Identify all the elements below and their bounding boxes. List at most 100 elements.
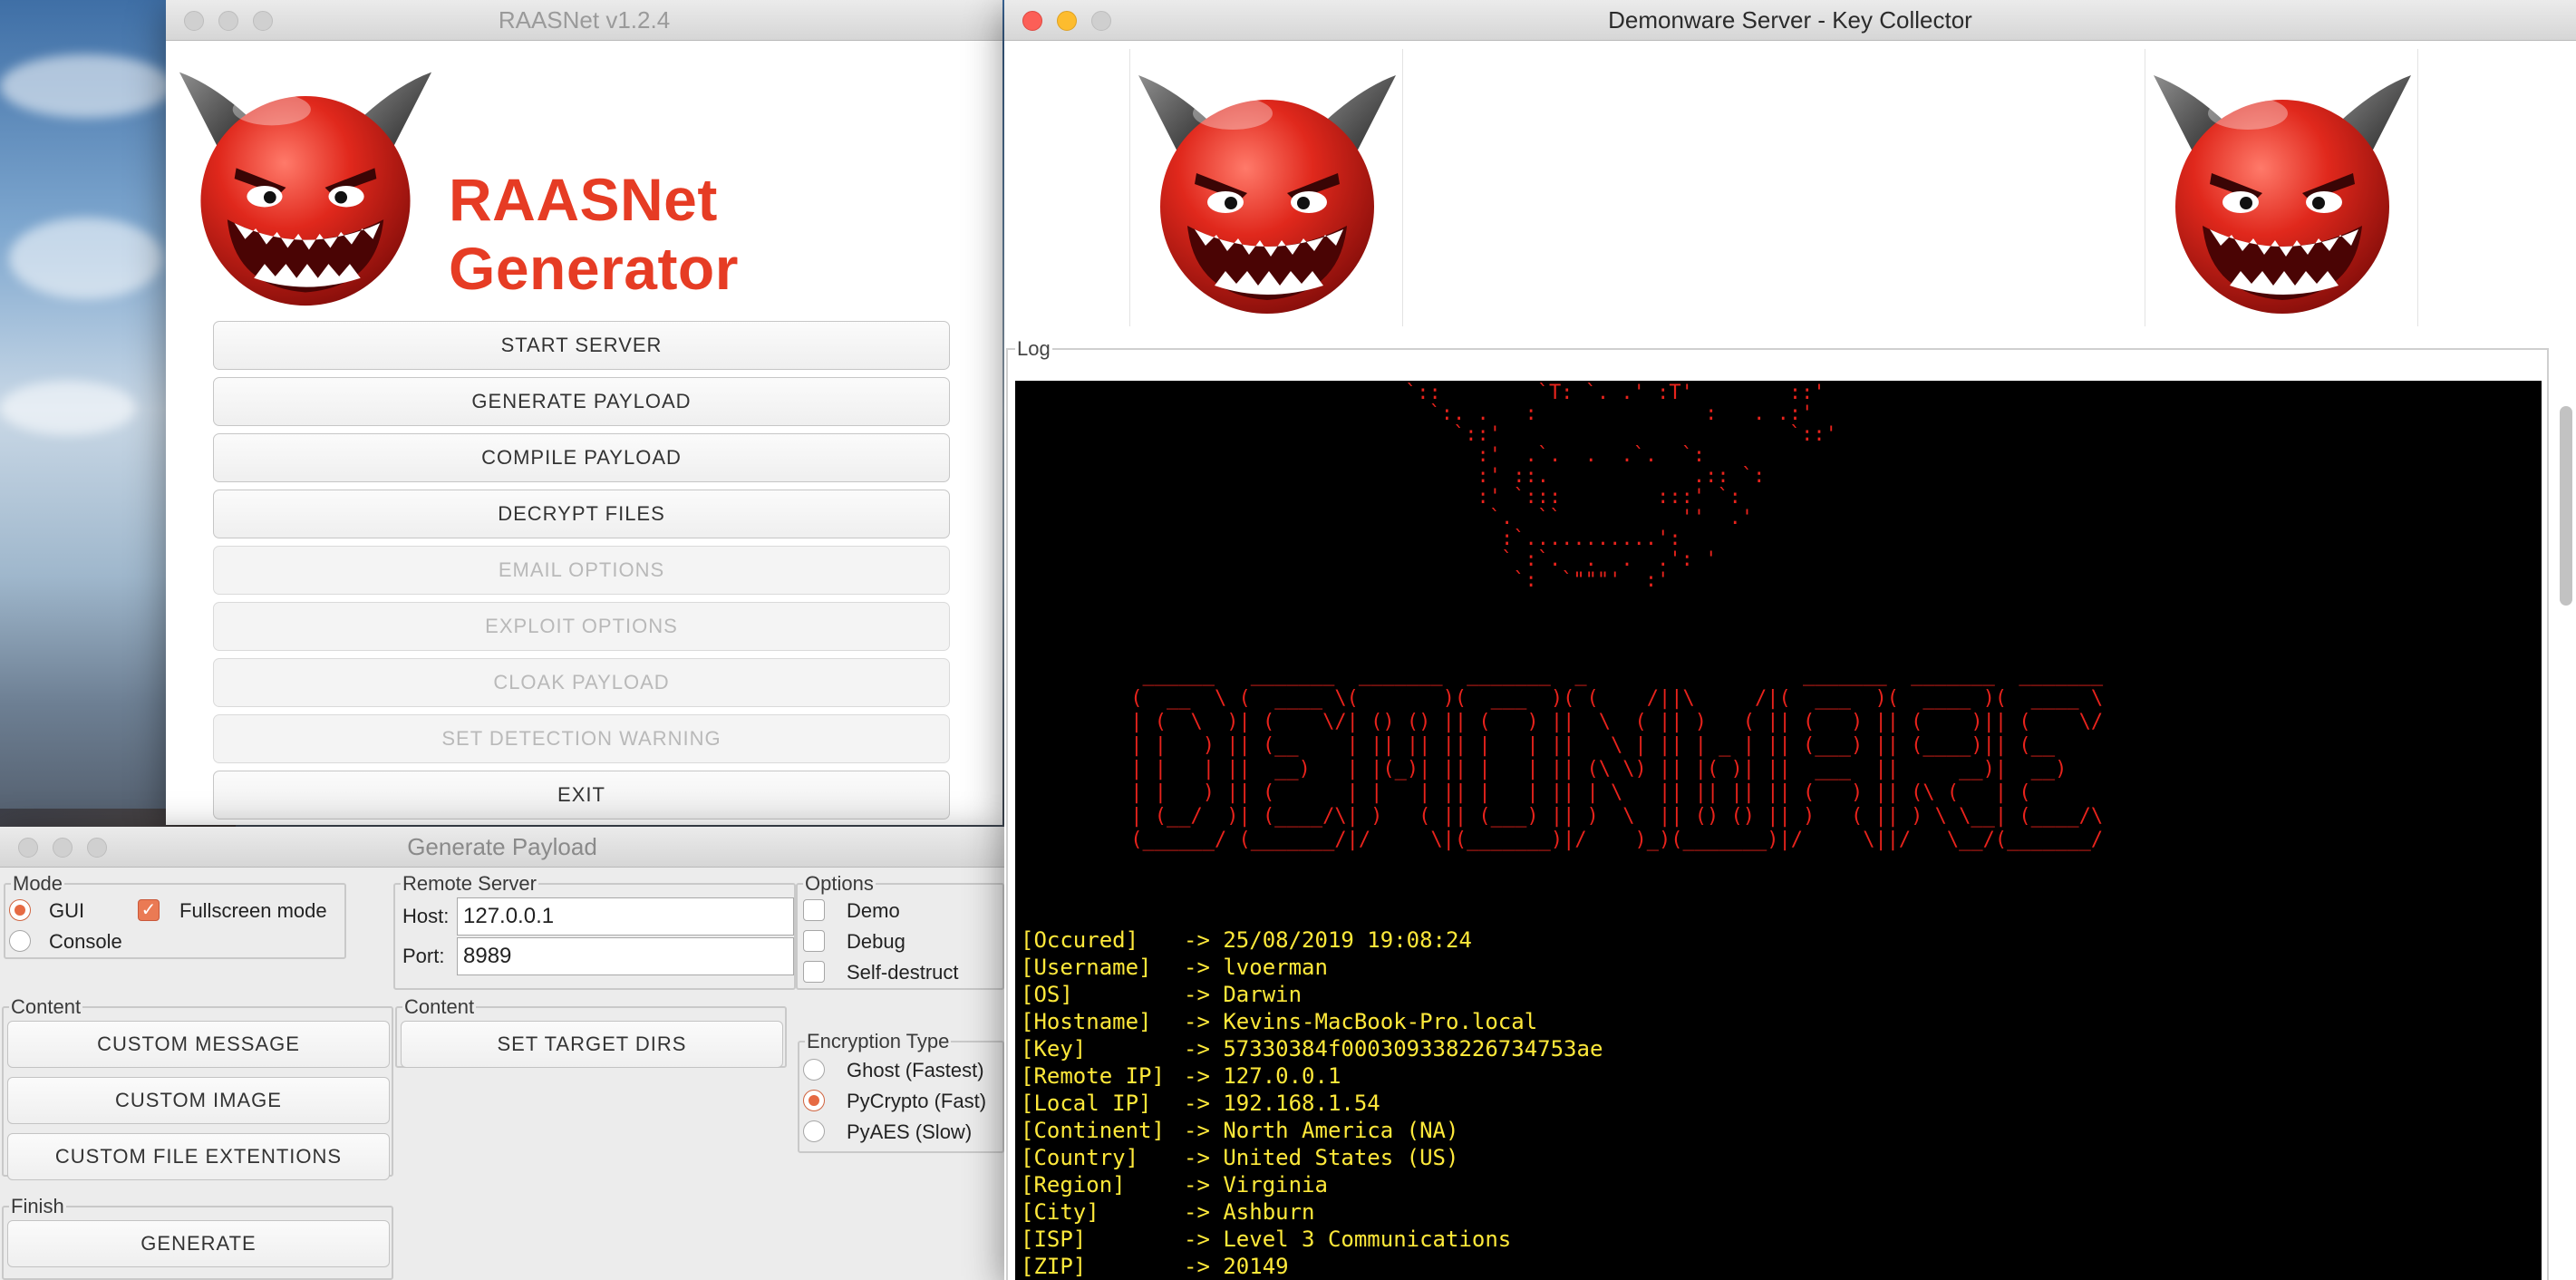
- log-value: 127.0.0.1: [1223, 1063, 1341, 1089]
- log-key: [Local IP]: [1021, 1091, 1152, 1116]
- debug-checkbox[interactable]: [803, 930, 825, 952]
- log-key: [Remote IP]: [1021, 1063, 1165, 1089]
- log-value: 25/08/2019 19:08:24: [1223, 927, 1472, 953]
- set-target-dirs-button[interactable]: SET TARGET DIRS: [401, 1021, 783, 1068]
- exploit-options-button[interactable]: EXPLOIT OPTIONS: [213, 602, 950, 651]
- cloud: [0, 54, 172, 118]
- port-input[interactable]: 8989: [457, 937, 794, 975]
- log-value: lvoerman: [1223, 955, 1328, 980]
- log-value: Darwin: [1223, 982, 1303, 1007]
- custom-message-button[interactable]: CUSTOM MESSAGE: [7, 1021, 390, 1068]
- window-title: Demonware Server - Key Collector: [1608, 6, 1972, 34]
- demonware-window: Demonware Server - Key Collector Log `::…: [1004, 0, 2576, 1280]
- encryption-type-legend: Encryption Type: [807, 1030, 950, 1052]
- log-value: 57330384f000309338226734753ae: [1223, 1036, 1603, 1062]
- custom-file-extensions-button[interactable]: CUSTOM FILE EXTENTIONS: [7, 1133, 390, 1180]
- set-detection-warning-button[interactable]: SET DETECTION WARNING: [213, 714, 950, 763]
- gui-radio[interactable]: [9, 899, 31, 921]
- log-arrow: ->: [1184, 1009, 1224, 1034]
- ghost-label: Ghost (Fastest): [847, 1059, 984, 1081]
- log-key: [Hostname]: [1021, 1009, 1152, 1034]
- custom-image-button[interactable]: CUSTOM IMAGE: [7, 1077, 390, 1124]
- log-arrow: ->: [1184, 1199, 1224, 1225]
- demo-checkbox[interactable]: [803, 899, 825, 921]
- gui-label: GUI: [49, 899, 85, 922]
- log-group: Log `:: `T: `. .' :T' ::' `:. . : : . .:…: [1006, 337, 2549, 1280]
- pyaes-radio[interactable]: [803, 1120, 825, 1142]
- log-arrow: ->: [1184, 955, 1224, 980]
- window-title: RAASNet v1.2.4: [498, 6, 671, 34]
- decrypt-files-button[interactable]: DECRYPT FILES: [213, 490, 950, 538]
- log-value: Virginia: [1223, 1172, 1328, 1198]
- log-arrow: ->: [1184, 1118, 1224, 1143]
- start-server-button[interactable]: START SERVER: [213, 321, 950, 370]
- log-scrollbar[interactable]: [2560, 406, 2572, 606]
- self-destruct-label: Self-destruct: [847, 961, 959, 984]
- devil-image-right-icon: [2146, 53, 2418, 325]
- console-label: Console: [49, 930, 122, 953]
- self-destruct-checkbox[interactable]: [803, 961, 825, 983]
- log-row: [Occured] -> 25/08/2019 19:08:24: [1021, 926, 1603, 954]
- demonware-titlebar: Demonware Server - Key Collector: [1004, 0, 2576, 41]
- log-key: [Username]: [1021, 955, 1152, 980]
- log-row: [Key] -> 57330384f000309338226734753ae: [1021, 1035, 1603, 1062]
- cloak-payload-button[interactable]: CLOAK PAYLOAD: [213, 658, 950, 707]
- host-label: Host:: [402, 905, 450, 927]
- log-key: [City]: [1021, 1199, 1099, 1225]
- devil-image-left-icon: [1131, 53, 1403, 325]
- fullscreen-checkbox[interactable]: ✓: [138, 899, 160, 921]
- log-row: [Continent] -> North America (NA): [1021, 1117, 1603, 1144]
- log-console[interactable]: `:: `T: `. .' :T' ::' `:. . : : . .:' `:…: [1015, 381, 2542, 1280]
- log-key: [ZIP]: [1021, 1254, 1087, 1279]
- ascii-demonware-banner: ______ _______ _______ _______ _ _______…: [1130, 664, 2104, 851]
- pyaes-label: PyAES (Slow): [847, 1120, 973, 1143]
- debug-label: Debug: [847, 930, 905, 953]
- log-value: Kevins-MacBook-Pro.local: [1223, 1009, 1538, 1034]
- log-row: [City] -> Ashburn: [1021, 1198, 1603, 1226]
- raasnet-window: RAASNet v1.2.4 RAASNet Generator START S…: [166, 0, 1002, 825]
- log-arrow: ->: [1184, 1091, 1224, 1116]
- log-value: 192.168.1.54: [1223, 1091, 1380, 1116]
- email-options-button[interactable]: EMAIL OPTIONS: [213, 546, 950, 595]
- log-value: 20149: [1223, 1254, 1289, 1279]
- log-row: [Username] -> lvoerman: [1021, 954, 1603, 981]
- log-key: [Region]: [1021, 1172, 1126, 1198]
- generate-payload-window: Generate Payload Mode GUI ✓ Fullscreen m…: [0, 827, 1004, 1280]
- log-arrow: ->: [1184, 1036, 1224, 1062]
- pycrypto-label: PyCrypto (Fast): [847, 1090, 987, 1112]
- log-key: [Key]: [1021, 1036, 1087, 1062]
- compile-payload-button[interactable]: COMPILE PAYLOAD: [213, 433, 950, 482]
- log-row: [ZIP] -> 20149: [1021, 1253, 1603, 1280]
- demo-label: Demo: [847, 899, 900, 922]
- app-heading: RAASNet Generator: [449, 166, 739, 302]
- host-input[interactable]: 127.0.0.1: [457, 897, 794, 936]
- log-key: [OS]: [1021, 982, 1073, 1007]
- log-key: [Country]: [1021, 1145, 1139, 1170]
- content-left-legend: Content: [11, 995, 82, 1018]
- log-row: [Region] -> Virginia: [1021, 1171, 1603, 1198]
- log-key: [Continent]: [1021, 1118, 1165, 1143]
- log-key: [ISP]: [1021, 1227, 1087, 1252]
- log-arrow: ->: [1184, 1063, 1224, 1089]
- port-label: Port:: [402, 945, 445, 967]
- console-radio[interactable]: [9, 930, 31, 952]
- log-row: [OS] -> Darwin: [1021, 981, 1603, 1008]
- exit-button[interactable]: EXIT: [213, 771, 950, 819]
- log-legend: Log: [1017, 337, 1051, 360]
- content-right-legend: Content: [404, 995, 475, 1018]
- log-arrow: ->: [1184, 1172, 1224, 1198]
- log-row: [Country] -> United States (US): [1021, 1144, 1603, 1171]
- options-legend: Options: [805, 872, 874, 895]
- log-arrow: ->: [1184, 1227, 1224, 1252]
- cloud: [9, 218, 163, 299]
- log-row: [Local IP] -> 192.168.1.54: [1021, 1090, 1603, 1117]
- window-title: Generate Payload: [407, 833, 597, 860]
- log-value: United States (US): [1223, 1145, 1459, 1170]
- devil-logo-icon: [169, 54, 441, 312]
- log-row: [Hostname] -> Kevins-MacBook-Pro.local: [1021, 1008, 1603, 1035]
- ghost-radio[interactable]: [803, 1059, 825, 1081]
- generate-button[interactable]: GENERATE: [7, 1220, 390, 1267]
- generate-payload-titlebar: Generate Payload: [0, 827, 1004, 868]
- pycrypto-radio[interactable]: [803, 1090, 825, 1111]
- generate-payload-button[interactable]: GENERATE PAYLOAD: [213, 377, 950, 426]
